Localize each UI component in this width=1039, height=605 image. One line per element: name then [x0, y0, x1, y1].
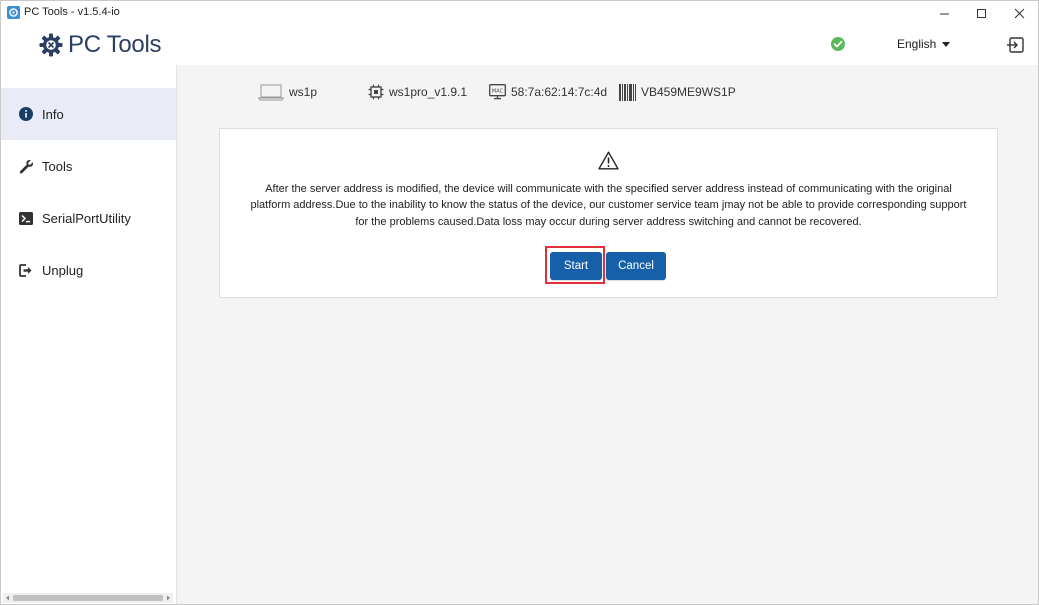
check-circle-icon	[831, 37, 845, 51]
mac-badge-text: MAC	[492, 89, 504, 95]
unplug-icon	[18, 262, 34, 278]
app-header: PC Tools English	[1, 25, 1038, 66]
barcode-icon	[619, 83, 636, 101]
main-content: ws1p ws1pro_v1.9.1 MAC 58:7a:62:14:7c:4d…	[177, 65, 1038, 604]
device-model: ws1p	[258, 81, 317, 103]
sidebar-item-label: SerialPortUtility	[42, 210, 131, 226]
wrench-icon	[18, 158, 34, 174]
gear-icon	[39, 33, 63, 57]
start-button[interactable]: Start	[550, 252, 602, 280]
app-logo: PC Tools	[39, 31, 162, 59]
warning-message: After the server address is modified, th…	[250, 183, 967, 228]
sidebar-item-label: Tools	[42, 158, 73, 174]
mac-address: MAC 58:7a:62:14:7c:4d	[489, 81, 607, 103]
close-button[interactable]	[1001, 1, 1037, 25]
language-dropdown[interactable]: English	[897, 37, 951, 51]
chip-icon	[368, 84, 384, 100]
minimize-button[interactable]	[926, 1, 962, 25]
sidebar-item-unplug[interactable]: Unplug	[1, 244, 176, 296]
caret-down-icon	[942, 41, 951, 47]
app-icon	[7, 6, 20, 19]
sidebar-item-serialportutility[interactable]: SerialPortUtility	[1, 192, 176, 244]
confirm-dialog: After the server address is modified, th…	[219, 128, 998, 298]
mac-monitor-icon: MAC	[489, 84, 506, 100]
sidebar: Info Tools SerialPortUtility Unplug	[1, 65, 177, 604]
warning-icon	[598, 151, 619, 170]
sidebar-item-tools[interactable]: Tools	[1, 140, 176, 192]
sidebar-item-info[interactable]: Info	[1, 88, 176, 140]
info-icon	[18, 106, 34, 122]
terminal-icon	[18, 210, 34, 226]
laptop-icon	[258, 84, 284, 101]
horizontal-scrollbar[interactable]	[3, 593, 173, 603]
logout-icon[interactable]	[1007, 37, 1024, 53]
window-title: PC Tools - v1.5.4-io	[24, 6, 120, 18]
sidebar-item-label: Info	[42, 106, 64, 122]
app-window: PC Tools - v1.5.4-io PC Tools English In…	[0, 0, 1039, 605]
minimize-icon	[939, 13, 949, 14]
firmware-version-value: ws1pro_v1.9.1	[389, 85, 468, 99]
maximize-button[interactable]	[963, 1, 999, 25]
close-icon	[1014, 8, 1024, 18]
language-label: English	[897, 37, 937, 51]
device-model-value: ws1p	[289, 85, 318, 99]
cancel-button[interactable]: Cancel	[606, 252, 666, 280]
logo-text: PC Tools	[68, 31, 162, 58]
sidebar-item-label: Unplug	[42, 262, 84, 278]
firmware-version: ws1pro_v1.9.1	[368, 81, 467, 103]
serial-number: VB459ME9WS1P	[619, 81, 736, 103]
maximize-icon	[976, 8, 986, 18]
title-bar: PC Tools - v1.5.4-io	[1, 1, 1038, 25]
serial-number-value: VB459ME9WS1P	[641, 85, 736, 99]
mac-address-value: 58:7a:62:14:7c:4d	[511, 85, 608, 99]
